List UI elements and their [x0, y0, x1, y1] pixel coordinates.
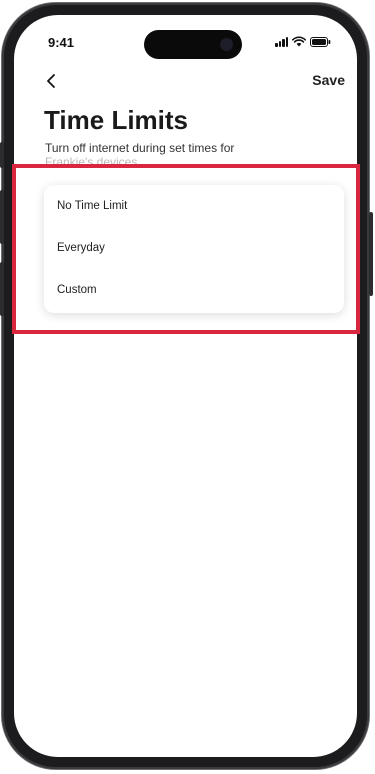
- stage: 9:41 Save Time Limits Turn off internet …: [0, 0, 375, 774]
- mute-switch: [0, 142, 4, 168]
- wifi-icon: [292, 36, 306, 47]
- nav-bar: Save: [14, 67, 357, 97]
- power-button: [369, 212, 373, 296]
- page-subtitle: Turn off internet during set times for F…: [45, 141, 335, 169]
- status-time: 9:41: [48, 35, 75, 50]
- page-subtitle-text: Turn off internet during set times for: [45, 141, 235, 155]
- page-title: Time Limits: [44, 105, 189, 135]
- back-button[interactable]: [40, 69, 64, 93]
- option-no-time-limit[interactable]: No Time Limit: [57, 200, 127, 212]
- phone-screen: 9:41 Save Time Limits Turn off internet …: [14, 15, 357, 757]
- page-subtitle-faded-text: Frankie's devices: [45, 155, 138, 169]
- save-button[interactable]: Save: [312, 72, 345, 88]
- camera-lens: [220, 38, 233, 51]
- status-bar: 9:41: [14, 15, 357, 65]
- volume-down-button: [0, 262, 4, 316]
- battery-icon: [310, 37, 331, 47]
- signal-icon: [275, 37, 288, 47]
- dynamic-island: [144, 30, 242, 59]
- time-limit-options-card: No Time Limit Everyday Custom: [44, 185, 344, 313]
- chevron-left-icon: [47, 74, 55, 88]
- status-icons: [275, 36, 331, 47]
- option-everyday[interactable]: Everyday: [57, 242, 105, 254]
- option-custom[interactable]: Custom: [57, 284, 97, 296]
- volume-up-button: [0, 190, 4, 244]
